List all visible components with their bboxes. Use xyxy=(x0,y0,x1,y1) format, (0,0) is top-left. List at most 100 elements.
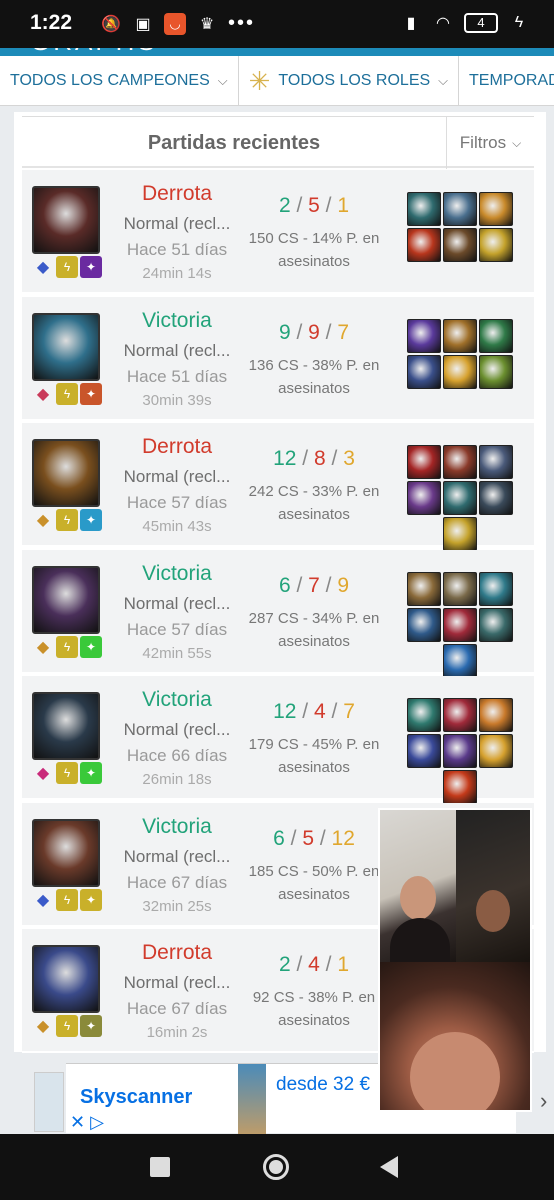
summoner-spell-icon[interactable]: ϟ xyxy=(56,1015,78,1037)
item-icon[interactable] xyxy=(443,192,477,226)
summoner-spell-icon[interactable]: ϟ xyxy=(56,888,78,911)
summoner-spell-icon[interactable]: ✦ xyxy=(80,1015,102,1037)
kp-label: P. en xyxy=(346,483,380,500)
match-row[interactable]: ◆ ϟ ✦ Victoria Normal (recl... Hace 66 d… xyxy=(22,676,534,804)
item-icon[interactable] xyxy=(407,481,441,515)
ad-arrow-icon[interactable]: › xyxy=(540,1088,547,1114)
item-icon[interactable] xyxy=(479,192,513,226)
match-row[interactable]: ◆ ϟ ✦ Derrota Normal (recl... Hace 57 dí… xyxy=(22,423,534,551)
item-icon[interactable] xyxy=(479,607,513,642)
champion-portrait[interactable] xyxy=(32,818,100,887)
cs-label: CS - xyxy=(277,356,308,374)
item-icon[interactable] xyxy=(479,228,513,262)
rune-icon[interactable]: ◆ xyxy=(32,762,54,784)
home-button[interactable] xyxy=(263,1154,289,1180)
cs-value: 150 xyxy=(248,230,274,247)
more-notifications-icon: ••• xyxy=(228,12,256,34)
champion-portrait[interactable] xyxy=(32,692,100,760)
item-icon[interactable] xyxy=(479,734,513,768)
item-icon[interactable] xyxy=(407,192,441,226)
item-icon[interactable] xyxy=(479,445,513,479)
summoner-spell-icon[interactable]: ϟ xyxy=(56,256,78,278)
ad-close-icon[interactable]: ✕ ▷ xyxy=(70,1112,104,1133)
tab-season[interactable]: TEMPORADA 1 xyxy=(459,56,554,105)
summoner-spell-icon[interactable]: ✦ xyxy=(80,509,102,531)
item-icon[interactable] xyxy=(407,734,441,768)
item-icon[interactable] xyxy=(479,571,513,606)
tab-champions[interactable]: TODOS LOS CAMPEONES ⌵ xyxy=(0,56,239,105)
panel-header: Partidas recientes Filtros ⌵ xyxy=(22,116,534,169)
rune-icon[interactable]: ◆ xyxy=(32,1015,54,1037)
rune-icon[interactable]: ◆ xyxy=(32,256,54,278)
item-icon[interactable] xyxy=(443,318,477,353)
item-icon[interactable] xyxy=(407,571,441,606)
match-row[interactable]: ◆ ϟ ✦ Victoria Normal (recl... Hace 57 d… xyxy=(22,549,534,678)
signal-icon: ▮ xyxy=(406,15,416,32)
item-icon[interactable] xyxy=(443,770,477,804)
match-duration: 26min 18s xyxy=(142,771,212,788)
rune-icon[interactable]: ◆ xyxy=(32,889,54,911)
tab-roles[interactable]: ✳ TODOS LOS ROLES ⌵ xyxy=(239,56,460,105)
match-date: Hace 51 días xyxy=(126,366,228,386)
item-icon[interactable] xyxy=(443,481,477,515)
item-icon[interactable] xyxy=(407,607,441,642)
summoner-spell-icon[interactable]: ✦ xyxy=(80,635,102,658)
item-icon[interactable] xyxy=(479,481,513,515)
game-mode: Normal (recl... xyxy=(123,720,231,739)
item-icon[interactable] xyxy=(443,734,477,768)
summoner-spell-icon[interactable]: ϟ xyxy=(56,509,78,531)
champion-portrait[interactable] xyxy=(32,565,100,634)
summoner-spell-icon[interactable]: ϟ xyxy=(56,635,78,658)
item-icon[interactable] xyxy=(443,354,477,389)
summoner-spell-icon[interactable]: ✦ xyxy=(80,382,102,405)
summoner-spell-icon[interactable]: ϟ xyxy=(56,762,78,784)
champion-portrait[interactable] xyxy=(32,186,100,254)
item-icon[interactable] xyxy=(443,607,477,642)
champion-portrait[interactable] xyxy=(32,312,100,381)
game-mode: Normal (recl... xyxy=(123,340,231,360)
item-icon[interactable] xyxy=(443,445,477,479)
item-icon[interactable] xyxy=(407,354,441,389)
kp-label: P. en xyxy=(342,989,376,1006)
item-icon[interactable] xyxy=(443,698,477,732)
kp-value: 50% xyxy=(312,862,343,880)
kp-value: 38% xyxy=(307,989,338,1006)
ad-text: desde 32 € xyxy=(276,1074,371,1095)
participant-face xyxy=(400,876,436,920)
match-row[interactable]: ◆ ϟ ✦ Derrota Normal (recl... Hace 51 dí… xyxy=(22,170,534,294)
item-icon[interactable] xyxy=(443,571,477,606)
assists: 3 xyxy=(343,447,355,470)
item-icon[interactable] xyxy=(479,354,513,389)
rune-icon[interactable]: ◆ xyxy=(32,383,54,405)
summoner-spell-icon[interactable]: ✦ xyxy=(80,888,102,911)
rune-icon[interactable]: ◆ xyxy=(32,509,54,531)
game-icon: ♛ xyxy=(199,15,215,33)
item-icon[interactable] xyxy=(479,698,513,732)
item-icon[interactable] xyxy=(407,228,441,262)
item-icon[interactable] xyxy=(407,318,441,353)
summoner-spell-icon[interactable]: ϟ xyxy=(56,382,78,405)
charging-icon: ϟ xyxy=(514,14,524,31)
match-row[interactable]: ◆ ϟ ✦ Victoria Normal (recl... Hace 51 d… xyxy=(22,296,534,421)
summoner-spell-icon[interactable]: ✦ xyxy=(80,762,102,784)
item-icon[interactable] xyxy=(443,517,477,551)
rune-icon[interactable]: ◆ xyxy=(32,636,54,658)
kills: 2 xyxy=(278,194,291,217)
item-icon[interactable] xyxy=(407,698,441,732)
item-icon[interactable] xyxy=(443,643,477,678)
item-icon[interactable] xyxy=(479,318,513,353)
match-result: Derrota xyxy=(141,941,213,964)
item-icon[interactable] xyxy=(407,445,441,479)
champion-portrait[interactable] xyxy=(32,439,100,507)
champion-portrait[interactable] xyxy=(32,945,100,1013)
back-button[interactable] xyxy=(380,1156,398,1178)
item-build xyxy=(404,192,516,262)
recents-button[interactable] xyxy=(150,1157,170,1177)
item-icon[interactable] xyxy=(443,228,477,262)
video-call-overlay[interactable] xyxy=(378,808,532,1112)
filters-button[interactable]: Filtros ⌵ xyxy=(446,117,534,169)
game-mode: Normal (recl... xyxy=(123,846,231,866)
summoner-spell-icon[interactable]: ✦ xyxy=(80,256,102,278)
cs-value: 179 xyxy=(248,736,274,753)
match-duration: 45min 43s xyxy=(142,518,212,535)
